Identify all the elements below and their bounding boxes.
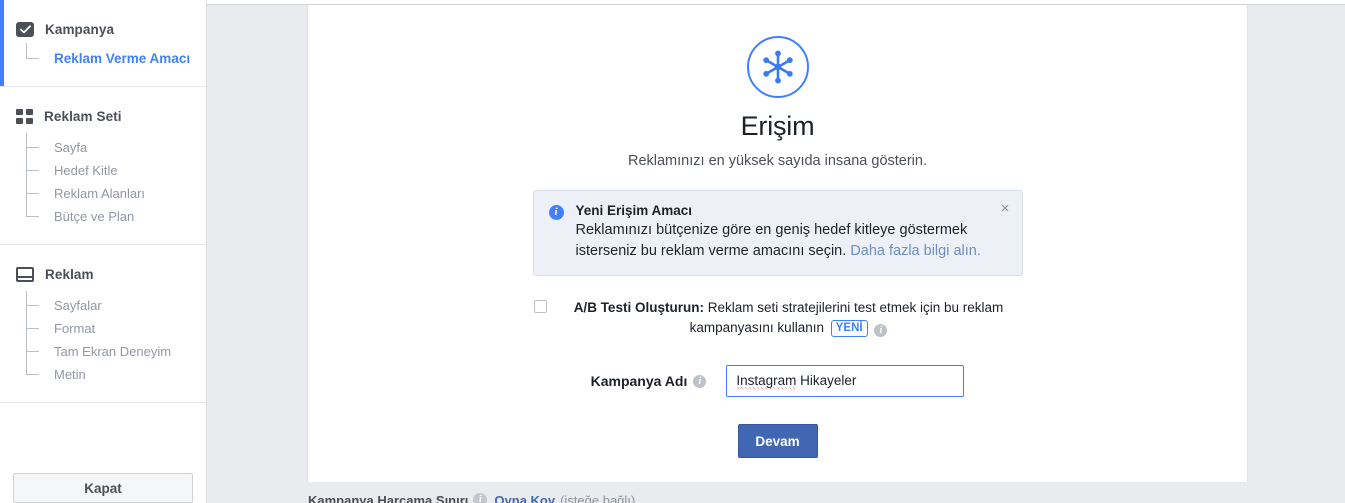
- campaign-spend-limit-label: Kampanya Harcama Sınırı: [308, 492, 469, 503]
- sidebar-item-sayfa[interactable]: Sayfa: [26, 136, 206, 159]
- sidebar-item-format[interactable]: Format: [26, 317, 206, 340]
- page-title: Erişim: [740, 111, 815, 141]
- campaign-spend-limit-row: Kampanya Harcama Sınırı i Oyna Koy (iste…: [307, 490, 1248, 503]
- sidebar-tree-reklam-seti: Sayfa Hedef Kitle Reklam Alanları Bütçe …: [0, 133, 206, 228]
- sidebar-section-reklam-seti[interactable]: Reklam Seti Sayfa Hedef Kitle Reklam Ala…: [0, 87, 206, 245]
- info-icon[interactable]: i: [473, 493, 488, 503]
- sidebar-item-reklam-verme-amaci[interactable]: Reklam Verme Amacı: [26, 47, 206, 70]
- campaign-spend-limit-optional: (isteğe bağlı): [560, 492, 636, 503]
- ab-test-checkbox[interactable]: [533, 300, 547, 313]
- sidebar-section-label: Reklam Seti: [44, 108, 122, 124]
- close-wizard-button[interactable]: Kapat: [13, 473, 193, 503]
- campaign-name-rest: Hikayeler: [796, 373, 857, 388]
- sidebar-footer: Kapat: [0, 465, 206, 503]
- sidebar-item-butce-ve-plan[interactable]: Bütçe ve Plan: [26, 205, 206, 228]
- sidebar-item-sayfalar[interactable]: Sayfalar: [26, 294, 206, 317]
- new-badge: YENİ: [830, 320, 868, 337]
- sidebar-item-tam-ekran-deneyim[interactable]: Tam Ekran Deneyim: [26, 340, 206, 363]
- reach-spokes-icon: [746, 36, 809, 98]
- sidebar-item-metin[interactable]: Metin: [26, 363, 206, 386]
- sidebar-tree-reklam: Sayfalar Format Tam Ekran Deneyim Metin: [0, 291, 206, 386]
- app-root: Kampanya Reklam Verme Amacı Reklam Seti …: [0, 0, 1345, 503]
- page-subtitle: Reklamınızı en yüksek sayıda insana göst…: [627, 153, 927, 169]
- ab-test-label-bold: A/B Testi Oluşturun:: [573, 300, 704, 315]
- campaign-name-row: Kampanya Adı i Instagram Hikayeler: [308, 365, 1247, 397]
- objective-card: Erişim Reklamınızı en yüksek sayıda insa…: [307, 5, 1248, 482]
- sidebar-tree-kampanya: Reklam Verme Amacı: [0, 43, 206, 70]
- info-icon[interactable]: i: [874, 324, 888, 337]
- sidebar-section-reklam[interactable]: Reklam Sayfalar Format Tam Ekran Deneyim…: [0, 245, 206, 403]
- campaign-name-label: Kampanya Adı: [590, 373, 688, 389]
- sidebar-item-hedef-kitle[interactable]: Hedef Kitle: [26, 159, 206, 182]
- info-banner-title: Yeni Erişim Amacı: [575, 203, 693, 218]
- objective-icon-wrap: [308, 36, 1247, 98]
- sidebar-section-label: Kampanya: [45, 21, 115, 37]
- ad-card-icon: [16, 266, 34, 282]
- misspelled-word: Instagram: [736, 373, 797, 389]
- close-icon[interactable]: ×: [998, 198, 1013, 219]
- continue-button[interactable]: Devam: [737, 424, 818, 458]
- sidebar-section-kampanya[interactable]: Kampanya Reklam Verme Amacı: [0, 0, 206, 87]
- sidebar-item-reklam-alanlari[interactable]: Reklam Alanları: [26, 182, 206, 205]
- sidebar-section-header-reklam-seti[interactable]: Reklam Seti: [0, 105, 206, 127]
- checkbox-checked-icon: [16, 21, 34, 37]
- campaign-spend-limit-link[interactable]: Oyna Koy: [494, 493, 555, 503]
- sidebar-section-header-reklam[interactable]: Reklam: [0, 263, 206, 285]
- info-banner-link[interactable]: Daha fazla bilgi alın.: [850, 243, 981, 259]
- grid-icon: [16, 108, 33, 124]
- sidebar-section-header-kampanya[interactable]: Kampanya: [0, 18, 206, 40]
- ab-test-label: A/B Testi Oluşturun: Reklam seti stratej…: [573, 300, 1003, 337]
- ab-test-row: A/B Testi Oluşturun: Reklam seti stratej…: [528, 298, 1028, 338]
- campaign-name-input-value: Instagram Hikayeler: [736, 373, 857, 389]
- sidebar: Kampanya Reklam Verme Amacı Reklam Seti …: [0, 0, 207, 503]
- info-banner: i Yeni Erişim Amacı Reklamınızı bütçeniz…: [532, 190, 1023, 276]
- continue-button-wrap: Devam: [308, 424, 1247, 458]
- info-icon[interactable]: i: [693, 374, 707, 388]
- info-banner-body: Reklamınızı bütçenize göre en geniş hede…: [576, 220, 992, 262]
- campaign-name-input[interactable]: Instagram Hikayeler: [726, 365, 965, 397]
- sidebar-section-label: Reklam: [45, 266, 94, 282]
- info-icon: i: [548, 205, 564, 220]
